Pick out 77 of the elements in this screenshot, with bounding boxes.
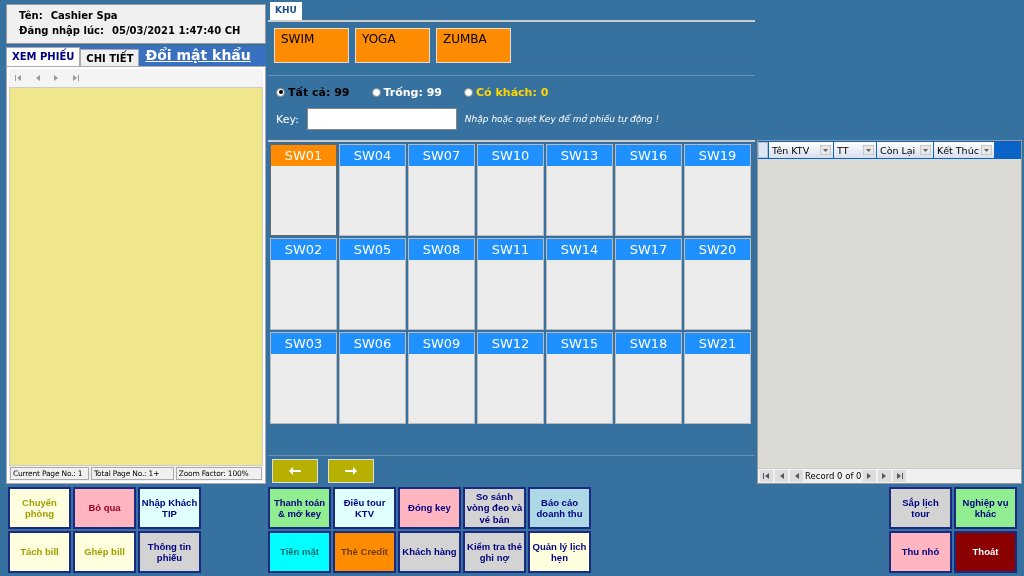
action-button[interactable]: Thanh toán & mở key [268, 487, 331, 529]
room-tile[interactable]: SW06 [339, 332, 406, 424]
dropdown-icon[interactable] [863, 145, 874, 155]
room-tile[interactable]: SW18 [615, 332, 682, 424]
action-button[interactable]: Thẻ Credit [333, 531, 396, 573]
record-counter: Record 0 of 0 [805, 471, 862, 481]
action-button[interactable]: Nghiệp vụ khác [954, 487, 1017, 529]
zone-button[interactable]: ZUMBA [436, 28, 511, 63]
tab[interactable]: KHU [270, 2, 302, 20]
last-page-icon[interactable] [72, 74, 79, 82]
previous-record-icon[interactable] [793, 472, 800, 480]
dropdown-icon[interactable] [981, 145, 992, 155]
action-button[interactable]: Quản lý lịch hẹn [528, 531, 591, 573]
previous-page-icon[interactable] [778, 472, 785, 480]
room-tile[interactable]: SW21 [684, 332, 751, 424]
room-tile[interactable]: SW15 [546, 332, 613, 424]
action-button[interactable]: Báo cáo doanh thu [528, 487, 591, 529]
action-button[interactable]: Tiền mặt [268, 531, 331, 573]
room-tile[interactable]: SW20 [684, 238, 751, 330]
room-tile[interactable]: SW12 [477, 332, 544, 424]
room-tile[interactable]: SW07 [408, 144, 475, 236]
action-button[interactable]: Điều tour KTV [333, 487, 396, 529]
action-button[interactable]: Nhập Khách TIP [138, 487, 201, 529]
next-page-icon[interactable] [53, 74, 60, 82]
column-header[interactable]: Tên KTV [769, 142, 833, 158]
previous-page-icon[interactable] [34, 74, 41, 82]
login-label: Đăng nhập lúc: [19, 25, 104, 36]
room-tile[interactable]: SW13 [546, 144, 613, 236]
action-button[interactable]: Thông tin phiếu [138, 531, 201, 573]
zone-button[interactable]: SWIM [274, 28, 349, 63]
action-button[interactable]: Tách bill [8, 531, 71, 573]
action-button[interactable]: Đóng key [398, 487, 461, 529]
action-button[interactable]: Ghép bill [73, 531, 136, 573]
change-password-link[interactable]: Đổi mật khẩu [139, 46, 255, 66]
login-time: 05/03/2021 1:47:40 CH [112, 25, 241, 36]
room-tile[interactable]: SW02 [270, 238, 337, 330]
room-tile[interactable]: SW17 [615, 238, 682, 330]
tab[interactable]: XEM PHIẾU [6, 47, 81, 66]
key-hint: Nhập hoặc quẹt Key để mở phiếu tự động ! [464, 114, 660, 124]
filter-radio[interactable]: Tất cả: 99 [276, 85, 350, 99]
room-tile[interactable]: SW09 [408, 332, 475, 424]
action-button[interactable]: Kiểm tra thẻ ghi nợ [463, 531, 526, 573]
action-button[interactable]: Khách hàng [398, 531, 461, 573]
room-tile[interactable]: SW04 [339, 144, 406, 236]
room-tile[interactable]: SW08 [408, 238, 475, 330]
first-record-icon[interactable] [763, 472, 770, 480]
row-header-corner [758, 142, 768, 158]
action-button[interactable]: Sắp lịch tour [889, 487, 952, 529]
filter-radio[interactable]: Trống: 99 [371, 85, 443, 99]
user-name: Cashier Spa [50, 10, 118, 21]
key-label: Key: [276, 112, 299, 126]
action-button[interactable]: Thu nhỏ [889, 531, 952, 573]
column-header[interactable]: Còn Lại [877, 142, 933, 158]
left-arrow-icon [289, 467, 301, 475]
key-field[interactable] [306, 108, 457, 130]
room-tile[interactable]: SW16 [615, 144, 682, 236]
room-tile[interactable]: SW19 [684, 144, 751, 236]
action-button[interactable]: Thoát [954, 531, 1017, 573]
first-page-icon[interactable] [15, 74, 22, 82]
zone-button[interactable]: YOGA [355, 28, 430, 63]
column-header[interactable]: Kết Thúc [934, 142, 994, 158]
room-tile[interactable]: SW11 [477, 238, 544, 330]
action-button[interactable]: Chuyển phòng [8, 487, 71, 529]
room-tile[interactable]: SW05 [339, 238, 406, 330]
filter-radio[interactable]: Có khách: 0 [464, 85, 549, 99]
action-button[interactable]: So sánh vòng đeo và vé bán [463, 487, 526, 529]
tab[interactable]: CHI TIẾT [80, 49, 140, 66]
room-tile[interactable]: SW14 [546, 238, 613, 330]
action-button[interactable]: Bỏ qua [73, 487, 136, 529]
name-label: Tên: [19, 10, 43, 21]
right-arrow-icon [345, 467, 357, 475]
last-record-icon[interactable] [896, 472, 904, 480]
dropdown-icon[interactable] [920, 145, 931, 155]
room-tile[interactable]: SW10 [477, 144, 544, 236]
column-header[interactable]: TT [834, 142, 876, 158]
dropdown-icon[interactable] [820, 145, 831, 155]
room-tile[interactable]: SW03 [270, 332, 337, 424]
